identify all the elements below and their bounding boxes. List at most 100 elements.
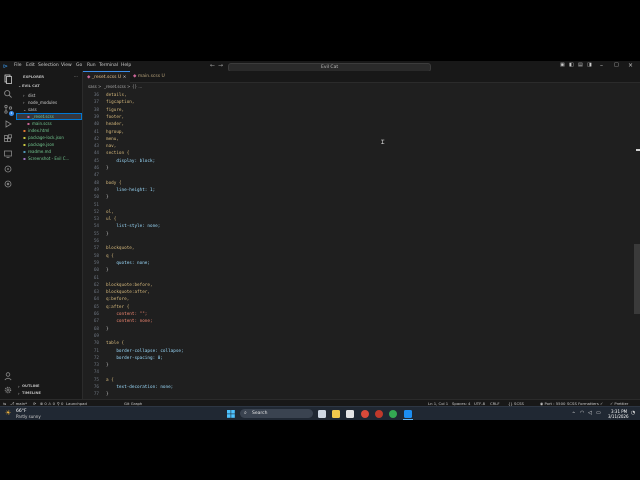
live-share-icon[interactable]	[3, 179, 13, 189]
notifications-icon[interactable]: ◔	[631, 410, 635, 416]
code-line[interactable]: border-collapse: collapse;	[106, 349, 183, 354]
minimize-icon[interactable]: –	[600, 62, 603, 69]
timeline-section[interactable]: TIMELINE	[22, 391, 41, 395]
tree-item-label[interactable]: dist	[28, 93, 35, 98]
run-debug-icon[interactable]	[3, 119, 13, 129]
git-graph-icon[interactable]	[3, 164, 13, 174]
remote-explorer-icon[interactable]	[3, 149, 13, 159]
task-view-icon[interactable]	[318, 410, 326, 418]
status-item[interactable]: Spaces: 4	[452, 401, 470, 406]
scroll-thumb[interactable]	[634, 244, 640, 314]
tree-item-label[interactable]: node_modules	[28, 100, 57, 105]
code-line[interactable]: table {	[106, 341, 124, 346]
taskbar-search[interactable]: ⌕ Search	[240, 409, 313, 418]
brave-icon[interactable]	[361, 410, 369, 418]
code-line[interactable]: }	[106, 363, 109, 368]
breadcrumb-symbol[interactable]: {} ...	[132, 84, 142, 89]
chevron-right-icon[interactable]: ›	[18, 384, 20, 389]
explorer-icon[interactable]	[3, 74, 13, 84]
code-line[interactable]: q {	[106, 254, 114, 259]
status-item[interactable]: ◉ Port : 5500	[540, 401, 565, 406]
code-line[interactable]: header,	[106, 122, 124, 127]
tree-item-label[interactable]: sass	[28, 107, 37, 112]
menu-view[interactable]: View	[61, 63, 72, 68]
windows-start-icon[interactable]	[227, 410, 235, 418]
close-icon[interactable]: ×	[628, 62, 633, 69]
weather-desc[interactable]: Partly sunny	[16, 414, 41, 419]
status-problems[interactable]: ⊗ 0 ⚠ 0	[40, 401, 55, 406]
toggle-sidebar-icon[interactable]: ◧	[569, 62, 574, 68]
chevron-right-icon[interactable]: ›	[18, 391, 20, 396]
status-launchpad[interactable]: Launchpad	[66, 401, 87, 406]
clock-date[interactable]: 3/11/2026	[608, 414, 629, 419]
toggle-panel-icon[interactable]: ▤	[578, 62, 583, 68]
code-line[interactable]: blockquote,	[106, 246, 134, 251]
code-line[interactable]: }	[106, 166, 109, 171]
code-line[interactable]: }	[106, 268, 109, 273]
status-item[interactable]: UTF-8	[474, 401, 485, 406]
weather-temp[interactable]: 66°F	[16, 409, 27, 414]
code-line[interactable]: line-height: 1;	[106, 188, 155, 193]
menu-help[interactable]: Help	[121, 63, 131, 68]
project-root[interactable]: EVIL CAT	[22, 84, 40, 88]
status-item[interactable]: ✓ Prettier	[610, 401, 628, 406]
code-line[interactable]: q:after {	[106, 305, 129, 310]
code-line[interactable]: figcaption,	[106, 100, 134, 105]
code-line[interactable]: ul {	[106, 217, 116, 222]
tray-chevron-icon[interactable]: ^	[572, 411, 575, 416]
tab-reset-scss[interactable]: ◆ _reset.scss U ×	[83, 71, 131, 83]
accounts-icon[interactable]	[3, 371, 13, 381]
status-git-graph[interactable]: Git Graph	[124, 401, 142, 406]
code-line[interactable]: blockquote:after,	[106, 290, 150, 295]
menu-selection[interactable]: Selection	[38, 63, 59, 68]
maximize-icon[interactable]: □	[614, 62, 619, 68]
status-item[interactable]: Ln 1, Col 1	[428, 401, 448, 406]
status-sync[interactable]: ⟳	[33, 401, 36, 406]
breadcrumb-file[interactable]: _reset.scss	[104, 84, 126, 89]
volume-icon[interactable]: ◁	[588, 410, 592, 416]
status-item[interactable]: CRLF	[490, 401, 500, 406]
code-line[interactable]: list-style: none;	[106, 224, 160, 229]
code-line[interactable]: }	[106, 195, 109, 200]
tree-item-label[interactable]: _reset.scss	[32, 114, 54, 119]
code-line[interactable]: a {	[106, 378, 114, 383]
tree-item-label[interactable]: package-lock.json	[28, 135, 64, 140]
code-line[interactable]: figure,	[106, 108, 124, 113]
layout-icon[interactable]: ▣	[560, 62, 565, 68]
code-line[interactable]: }	[106, 392, 109, 397]
outline-section[interactable]: OUTLINE	[22, 384, 40, 388]
battery-icon[interactable]: ▭	[596, 410, 601, 416]
file-explorer-icon[interactable]	[332, 410, 340, 418]
code-line[interactable]: quotes: none;	[106, 261, 150, 266]
code-line[interactable]: content: "";	[106, 312, 147, 317]
code-line[interactable]: border-spacing: 0;	[106, 356, 163, 361]
code-line[interactable]: blockquote:before,	[106, 283, 153, 288]
menu-file[interactable]: File	[14, 63, 22, 68]
tree-item-label[interactable]: index.html	[28, 128, 49, 133]
code-editor[interactable]: 36 details, 37 figcaption, 38 figure, 39 footer…	[83, 90, 633, 399]
forward-arrow-icon[interactable]: →	[218, 62, 223, 69]
menu-run[interactable]: Run	[87, 63, 96, 68]
close-icon[interactable]: ×	[121, 75, 127, 80]
code-line[interactable]: hgroup,	[106, 130, 124, 135]
code-line[interactable]: }	[106, 232, 109, 237]
opera-icon[interactable]	[375, 410, 383, 418]
status-branch[interactable]: ⎇ main*	[10, 401, 27, 406]
menu-terminal[interactable]: Terminal	[99, 63, 118, 68]
code-line[interactable]: section {	[106, 151, 129, 156]
menu-go[interactable]: Go	[76, 63, 82, 68]
tree-item-label[interactable]: Screenshot - Evil C...	[28, 156, 69, 161]
menu-edit[interactable]: Edit	[26, 63, 35, 68]
tree-item-label[interactable]: package.json	[28, 142, 54, 147]
chevron-down-icon[interactable]: ⌄	[18, 83, 21, 88]
chrome-icon[interactable]	[389, 410, 397, 418]
status-item[interactable]: {} SCSS	[508, 401, 524, 406]
toggle-secondary-icon[interactable]: ◨	[587, 62, 592, 68]
gear-icon[interactable]	[3, 385, 13, 395]
code-line[interactable]: text-decoration: none;	[106, 385, 173, 390]
code-line[interactable]: display: block;	[106, 159, 155, 164]
code-line[interactable]: body {	[106, 181, 122, 186]
status-remote-icon[interactable]: ⇋	[3, 401, 6, 406]
status-ports[interactable]: ⚲ 0	[57, 401, 63, 406]
breadcrumb-folder[interactable]: sass	[88, 84, 97, 89]
